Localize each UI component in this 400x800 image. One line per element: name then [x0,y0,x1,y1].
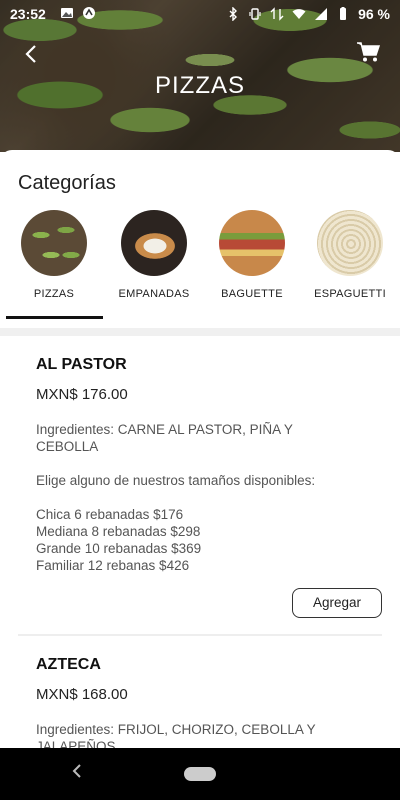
category-label: ESPAGUETTI [314,288,386,300]
home-pill-button[interactable] [184,767,216,781]
back-button[interactable] [18,40,46,68]
battery-percent: 96 % [358,6,390,22]
product-price: MXN$ 168.00 [36,686,128,703]
wifi-icon [292,9,306,19]
page-title: PIZZAS [154,72,245,99]
category-espaguetti[interactable]: ESPAGUETTI [302,208,398,318]
product-list[interactable]: AL PASTOR MXN$ 176.00 Ingredientes: CARN… [0,336,400,750]
chevron-left-icon [72,764,81,778]
spaghetti-image [317,210,383,276]
image-icon [61,8,73,18]
size-option: Familiar 12 rebanas $426 [36,558,190,573]
bluetooth-icon [229,7,238,21]
product-name: AZTECA [36,656,101,673]
pizza-image [21,210,87,276]
empanada-image [121,210,187,276]
nav-back-button[interactable] [70,760,84,787]
size-option: Chica 6 rebanadas $176 [36,507,184,522]
divider [0,328,400,336]
app-notification-icon [83,7,95,19]
categories-carousel[interactable]: PIZZAS EMPANADAS BAGUETTE ESPAGUETTI [0,208,400,318]
product-ingredients: Ingredientes: FRIJOL, CHORIZO, CEBOLLA Y… [36,722,316,750]
chevron-left-icon [25,45,36,63]
size-option: Grande 10 rebanadas $369 [36,541,202,556]
battery-icon [340,7,347,20]
status-time: 23:52 [10,6,46,22]
category-empanadas[interactable]: EMPANADAS [106,208,202,318]
add-button[interactable]: Agregar [292,588,382,618]
category-baguette[interactable]: BAGUETTE [204,208,300,318]
content-panel: Categorías PIZZAS EMPANADAS BAGUETTE ESP… [0,150,400,750]
signal-icon [315,8,328,20]
selected-category-indicator [6,316,103,319]
size-option: Mediana 8 rebanadas $298 [36,524,201,539]
product-separator [18,634,382,636]
sizes-intro: Elige alguno de nuestros tamaños disponi… [36,473,316,488]
category-label: PIZZAS [33,288,75,300]
cart-icon [357,42,381,62]
product-name: AL PASTOR [36,356,127,373]
status-bar: 23:52 96 % [0,0,400,28]
vibrate-icon [249,8,261,20]
cart-button[interactable] [354,38,382,66]
data-transfer-icon [270,7,284,21]
system-nav-bar [0,748,400,800]
category-label: EMPANADAS [118,288,190,300]
baguette-image [219,210,285,276]
product-ingredients: Ingredientes: CARNE AL PASTOR, PIÑA Y CE… [36,422,293,454]
product-price: MXN$ 176.00 [36,386,128,403]
category-label: BAGUETTE [221,288,283,300]
category-pizzas[interactable]: PIZZAS [6,208,102,318]
categories-title: Categorías [18,172,116,194]
